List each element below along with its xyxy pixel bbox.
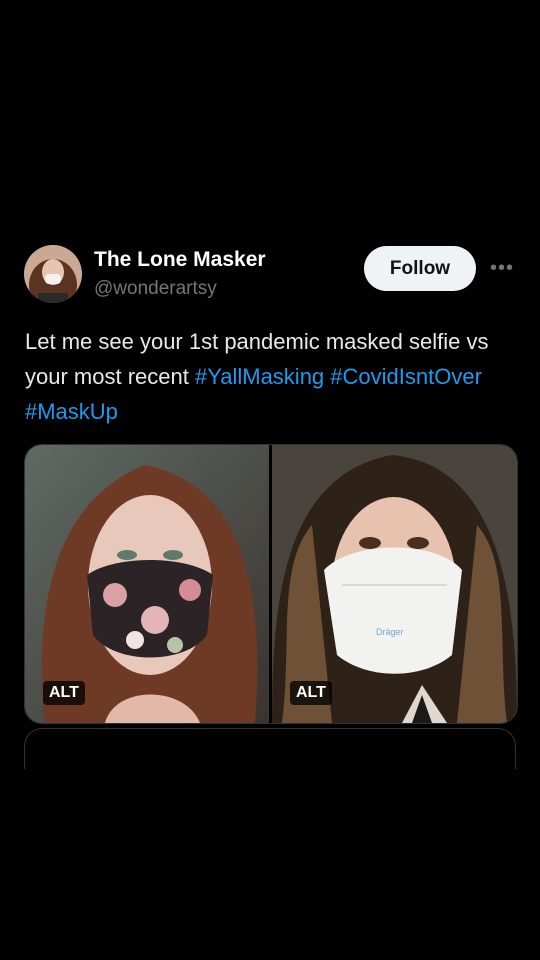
hashtag-link[interactable]: #MaskUp (25, 399, 118, 424)
more-horizontal-icon[interactable]: ••• (490, 258, 514, 278)
alt-badge[interactable]: ALT (290, 681, 332, 705)
author-handle[interactable]: @wonderartsy (94, 278, 217, 300)
quoted-card-edge (24, 728, 516, 769)
alt-badge[interactable]: ALT (43, 681, 85, 705)
tweet: The Lone Masker @wonderartsy Follow ••• … (0, 0, 540, 960)
media-image-1[interactable]: ALT (25, 445, 272, 723)
hashtag-link[interactable]: #CovidIsntOver (330, 364, 482, 389)
author-display-name[interactable]: The Lone Masker (94, 248, 266, 272)
avatar[interactable] (24, 245, 82, 303)
tweet-text: Let me see your 1st pandemic masked self… (25, 324, 515, 429)
respirator-brand: Dräger (376, 627, 404, 637)
hashtag-link[interactable]: #YallMasking (195, 364, 324, 389)
media-image-2[interactable]: Dräger ALT (272, 445, 517, 723)
follow-button[interactable]: Follow (364, 246, 476, 291)
media-grid: ALT Dräger ALT (24, 444, 518, 724)
